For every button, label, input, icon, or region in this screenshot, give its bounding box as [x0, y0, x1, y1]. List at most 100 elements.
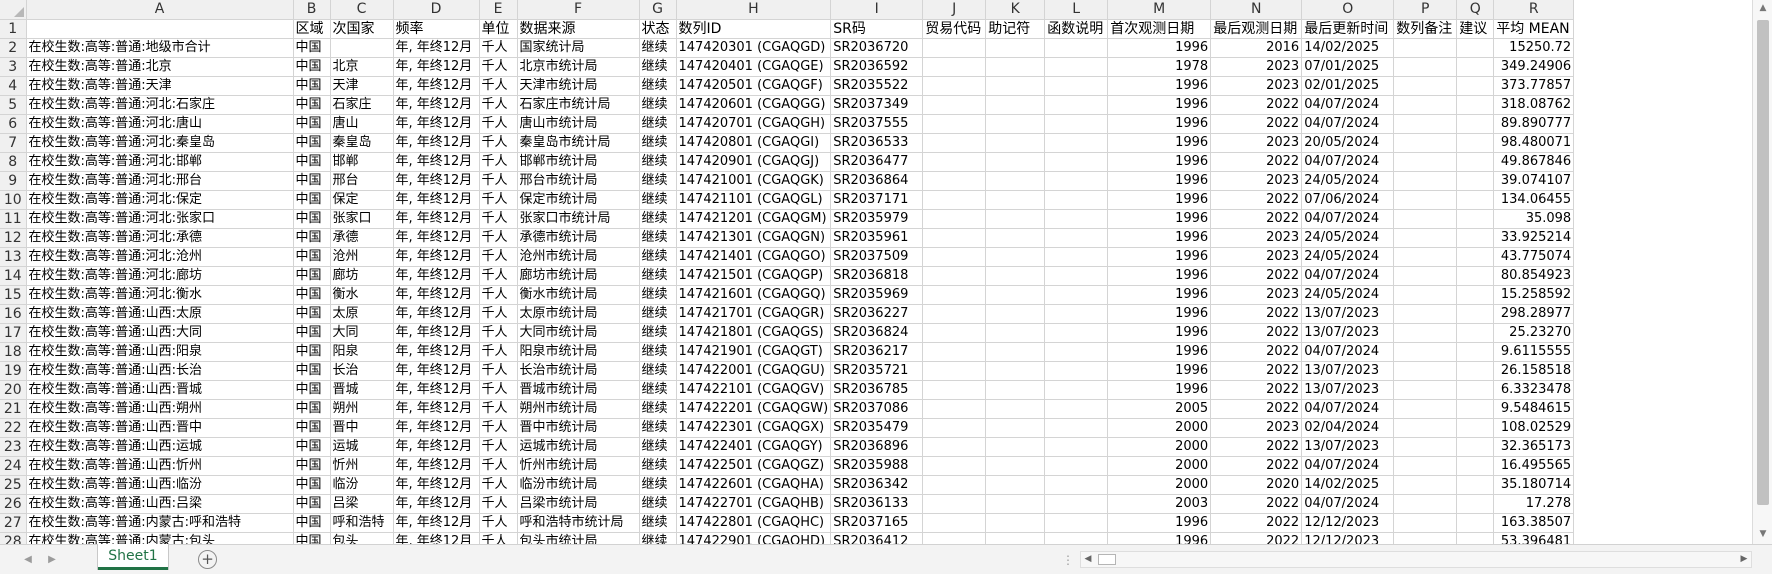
- cell[interactable]: [985, 304, 1046, 324]
- cell[interactable]: 晋中市统计局: [517, 418, 640, 438]
- cell[interactable]: [1044, 57, 1109, 77]
- cell[interactable]: 13/07/2023: [1301, 304, 1395, 324]
- cell[interactable]: 147420801 (CGAQGI): [676, 133, 832, 153]
- column-header-e[interactable]: E: [479, 0, 518, 20]
- cell[interactable]: [1393, 342, 1458, 362]
- cell[interactable]: 04/07/2024: [1301, 209, 1395, 229]
- header-cell[interactable]: SR码: [830, 19, 924, 39]
- cell[interactable]: 9.6115555: [1493, 342, 1575, 362]
- cell[interactable]: [1393, 228, 1458, 248]
- cell[interactable]: 继续: [639, 532, 677, 544]
- cell[interactable]: [922, 418, 987, 438]
- cell[interactable]: 千人: [479, 171, 518, 191]
- cell[interactable]: 1996: [1107, 114, 1212, 134]
- cell[interactable]: [1393, 475, 1458, 495]
- cell[interactable]: 6.3323478: [1493, 380, 1575, 400]
- cell[interactable]: 12/12/2023: [1301, 532, 1395, 544]
- cell[interactable]: 24/05/2024: [1301, 247, 1395, 267]
- cell[interactable]: [922, 323, 987, 343]
- cell[interactable]: 太原: [330, 304, 394, 324]
- column-header-g[interactable]: G: [639, 0, 677, 20]
- cell[interactable]: SR2036785: [830, 380, 924, 400]
- cell[interactable]: [1393, 304, 1458, 324]
- tab-split-handle[interactable]: ⋮: [1062, 553, 1074, 567]
- cell[interactable]: 千人: [479, 228, 518, 248]
- cell[interactable]: 继续: [639, 76, 677, 96]
- cell[interactable]: [1044, 114, 1109, 134]
- cell[interactable]: SR2036592: [830, 57, 924, 77]
- cell[interactable]: 千人: [479, 38, 518, 58]
- cell[interactable]: 继续: [639, 190, 677, 210]
- cell[interactable]: 保定市统计局: [517, 190, 640, 210]
- cell[interactable]: [1393, 456, 1458, 476]
- cell[interactable]: 35.180714: [1493, 475, 1575, 495]
- header-cell[interactable]: 首次观测日期: [1107, 19, 1212, 39]
- cell[interactable]: 千人: [479, 190, 518, 210]
- cell[interactable]: SR2036412: [830, 532, 924, 544]
- header-cell[interactable]: 状态: [639, 19, 677, 39]
- cell[interactable]: [922, 494, 987, 514]
- cell[interactable]: [922, 133, 987, 153]
- cell[interactable]: [1044, 456, 1109, 476]
- cell[interactable]: 147422701 (CGAQHB): [676, 494, 832, 514]
- cell[interactable]: [985, 95, 1046, 115]
- cell[interactable]: 千人: [479, 133, 518, 153]
- cell[interactable]: 太原市统计局: [517, 304, 640, 324]
- scroll-right-icon[interactable]: ▶: [1737, 552, 1751, 567]
- cell[interactable]: [1456, 399, 1495, 419]
- cell[interactable]: 呼和浩特市统计局: [517, 513, 640, 533]
- cell[interactable]: [1044, 418, 1109, 438]
- cell[interactable]: 千人: [479, 494, 518, 514]
- cell[interactable]: 年, 年终12月: [393, 361, 480, 381]
- cell[interactable]: 中国: [293, 209, 331, 229]
- cell[interactable]: [922, 190, 987, 210]
- header-cell[interactable]: 数据来源: [517, 19, 640, 39]
- cell[interactable]: 147421901 (CGAQGT): [676, 342, 832, 362]
- row-header[interactable]: 22: [0, 418, 27, 438]
- cell[interactable]: 2000: [1107, 437, 1212, 457]
- header-cell[interactable]: 数列备注: [1393, 19, 1458, 39]
- row-header[interactable]: 10: [0, 190, 27, 210]
- cell[interactable]: 年, 年终12月: [393, 494, 480, 514]
- cell[interactable]: 继续: [639, 437, 677, 457]
- cell[interactable]: [1456, 304, 1495, 324]
- cell[interactable]: 中国: [293, 532, 331, 544]
- cell[interactable]: [1456, 190, 1495, 210]
- cell[interactable]: 147422801 (CGAQHC): [676, 513, 832, 533]
- cell[interactable]: [922, 57, 987, 77]
- cell[interactable]: [1393, 95, 1458, 115]
- column-header-h[interactable]: H: [676, 0, 832, 20]
- cell[interactable]: 临汾市统计局: [517, 475, 640, 495]
- cell[interactable]: [1456, 418, 1495, 438]
- header-cell[interactable]: 最后更新时间: [1301, 19, 1395, 39]
- cell[interactable]: [1393, 285, 1458, 305]
- cell[interactable]: 继续: [639, 133, 677, 153]
- cell[interactable]: SR2036824: [830, 323, 924, 343]
- cell[interactable]: [1393, 209, 1458, 229]
- row-header[interactable]: 18: [0, 342, 27, 362]
- cell[interactable]: SR2035961: [830, 228, 924, 248]
- cell[interactable]: 20/05/2024: [1301, 133, 1395, 153]
- cell[interactable]: 秦皇岛市统计局: [517, 133, 640, 153]
- cell[interactable]: 1996: [1107, 171, 1212, 191]
- cell[interactable]: SR2036896: [830, 437, 924, 457]
- cell[interactable]: 邢台市统计局: [517, 171, 640, 191]
- cell[interactable]: [922, 456, 987, 476]
- cell[interactable]: 年, 年终12月: [393, 304, 480, 324]
- cell[interactable]: 千人: [479, 57, 518, 77]
- cell[interactable]: SR2037349: [830, 95, 924, 115]
- cell[interactable]: 1996: [1107, 76, 1212, 96]
- cell[interactable]: 中国: [293, 399, 331, 419]
- cell[interactable]: 沧州市统计局: [517, 247, 640, 267]
- cell[interactable]: 24/05/2024: [1301, 285, 1395, 305]
- header-cell[interactable]: 区域: [293, 19, 331, 39]
- cell[interactable]: 包头市统计局: [517, 532, 640, 544]
- cell[interactable]: SR2037171: [830, 190, 924, 210]
- cell[interactable]: 在校生数:高等:普通:河北:秦皇岛: [26, 133, 294, 153]
- header-cell[interactable]: 建议: [1456, 19, 1495, 39]
- row-header[interactable]: 25: [0, 475, 27, 495]
- vertical-scrollbar[interactable]: ▲ ▼: [1752, 0, 1772, 544]
- row-header[interactable]: 28: [0, 532, 27, 544]
- cell[interactable]: [1456, 76, 1495, 96]
- cell[interactable]: 1996: [1107, 266, 1212, 286]
